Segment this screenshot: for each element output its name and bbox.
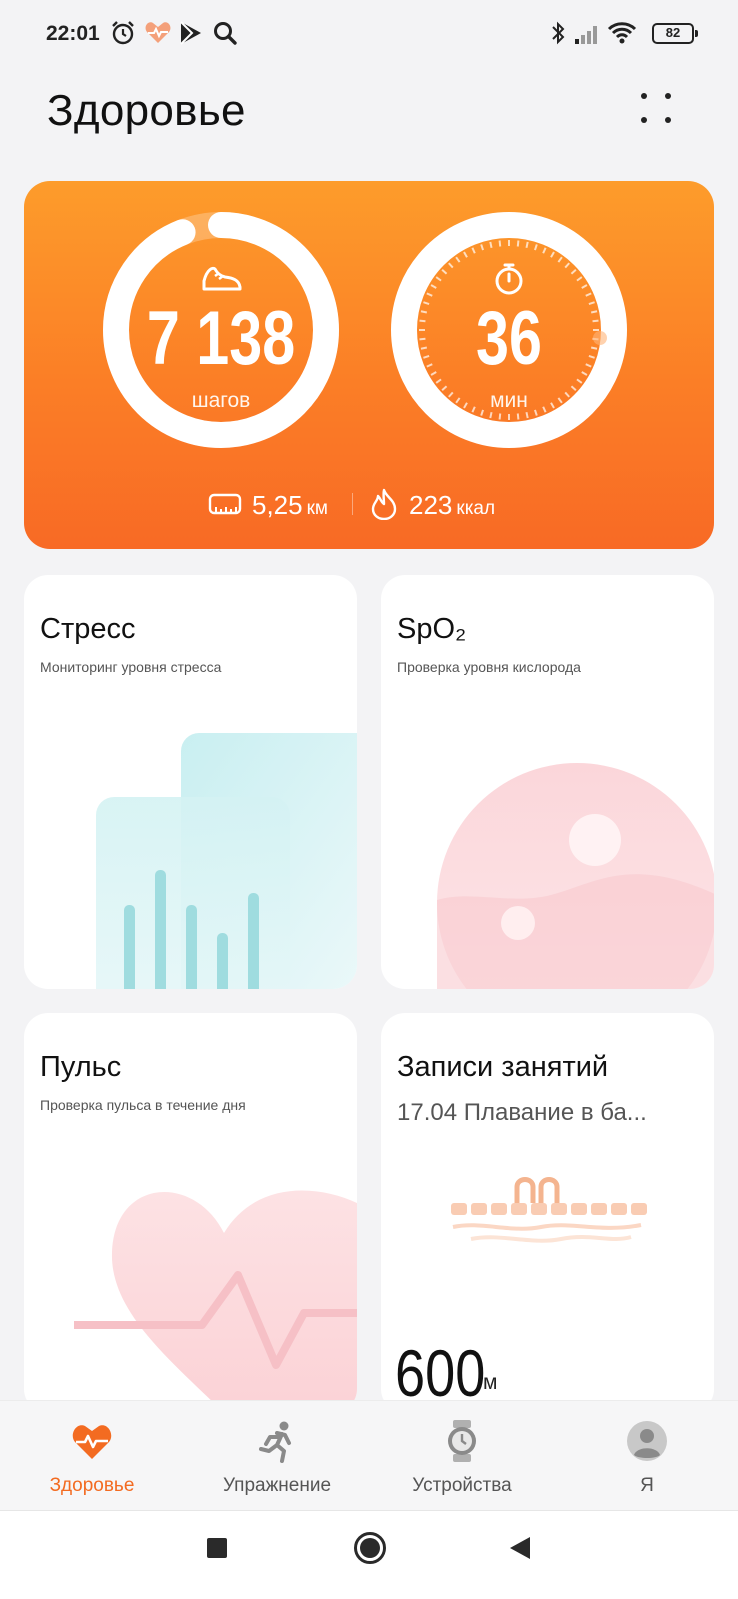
- home-button[interactable]: [353, 1531, 387, 1570]
- dial-tick: [498, 413, 502, 420]
- dial-tick: [550, 251, 555, 258]
- back-button[interactable]: [508, 1535, 532, 1566]
- distance-unit: км: [306, 498, 328, 519]
- tab-devices-label: Устройства: [412, 1475, 512, 1496]
- grid-menu-button[interactable]: [636, 88, 680, 132]
- steps-ring: 7 138 шагов: [102, 211, 340, 449]
- dial-tick: [557, 256, 563, 263]
- back-triangle-icon: [510, 1537, 530, 1559]
- dial-tick: [441, 269, 448, 275]
- steps-value: 7 138: [146, 296, 296, 381]
- spo2-title: SpO₂: [397, 613, 467, 645]
- tab-exercise[interactable]: Упражнение: [202, 1419, 352, 1497]
- dial-tick: [489, 411, 493, 419]
- square-icon: [207, 1538, 227, 1558]
- minutes-unit: мин: [490, 389, 528, 412]
- runner-icon: [259, 1421, 291, 1463]
- stopwatch-icon: [495, 263, 523, 295]
- flame-icon: [371, 488, 397, 520]
- activity-card[interactable]: 7 138 шагов 36 мин 5,25 км 223 ккал: [24, 181, 714, 549]
- swimming-pool-icon: [451, 1177, 647, 1243]
- minutes-value: 36: [476, 296, 542, 381]
- stress-tile[interactable]: Стресс Мониторинг уровня стресса: [24, 575, 357, 989]
- alarm-icon: [112, 21, 134, 45]
- workouts-subtitle: 17.04 Плавание в ба...: [397, 1099, 647, 1126]
- dial-tick: [516, 240, 520, 247]
- stats-divider: [352, 493, 353, 515]
- dial-tick: [489, 241, 493, 249]
- workouts-tile[interactable]: Записи занятий 17.04 Плавание в ба... 60…: [381, 1013, 714, 1413]
- spo2-subtitle: Проверка уровня кислорода: [397, 659, 581, 675]
- pulse-subtitle: Проверка пульса в течение дня: [40, 1097, 246, 1113]
- workout-distance-unit: м: [483, 1371, 498, 1394]
- dial-tick: [435, 276, 442, 282]
- dial-tick: [430, 284, 437, 289]
- dial-tick: [498, 240, 502, 247]
- shoe-icon: [202, 266, 242, 291]
- dial-tick: [525, 241, 529, 249]
- calories-stat: 223 ккал: [409, 490, 495, 521]
- pulse-tile[interactable]: Пульс Проверка пульса в течение дня: [24, 1013, 357, 1413]
- home-circle-icon: [354, 1532, 386, 1564]
- status-bar: 22:01 82: [0, 0, 738, 70]
- tab-devices[interactable]: Устройства: [387, 1419, 537, 1497]
- dial-tick: [581, 284, 588, 289]
- distance-value: 5,25: [252, 490, 303, 520]
- tab-health-label: Здоровье: [49, 1475, 135, 1496]
- watch-icon: [448, 1420, 476, 1462]
- signal-icon: [575, 26, 597, 44]
- steps-unit: шагов: [191, 389, 251, 412]
- search-icon: [214, 22, 237, 45]
- distance-stat: 5,25 км: [252, 490, 328, 521]
- dial-tick: [448, 262, 454, 269]
- recents-button[interactable]: [205, 1536, 229, 1565]
- pulse-title: Пульс: [40, 1051, 122, 1083]
- dial-tick: [463, 251, 468, 258]
- dial-tick: [576, 276, 583, 282]
- stress-illustration: [96, 733, 357, 989]
- health-icon: [145, 22, 171, 43]
- page-title: Здоровье: [47, 86, 246, 135]
- dial-tick: [534, 244, 538, 251]
- workouts-title: Записи занятий: [397, 1051, 609, 1083]
- battery-indicator: 82: [652, 23, 698, 44]
- system-navigation-bar: [0, 1510, 738, 1599]
- bluetooth-icon: [552, 21, 565, 45]
- activity-stats: 5,25 км 223 ккал: [24, 487, 714, 521]
- ruler-icon: [208, 493, 242, 515]
- heart-pulse-icon: [72, 1425, 112, 1459]
- tab-exercise-label: Упражнение: [222, 1475, 332, 1496]
- tab-profile-label: Я: [640, 1475, 654, 1496]
- dial-tick: [455, 256, 461, 263]
- minutes-ring: 36 мин: [390, 211, 628, 449]
- wifi-icon: [607, 22, 637, 44]
- calories-unit: ккал: [456, 498, 496, 519]
- dial-tick: [516, 413, 520, 420]
- dial-tick: [480, 244, 484, 251]
- dial-tick: [471, 247, 476, 254]
- grid-dots-icon: [641, 93, 671, 123]
- dial-tick: [525, 411, 529, 419]
- dial-tick: [542, 247, 547, 254]
- tab-profile[interactable]: Я: [572, 1419, 722, 1497]
- spo2-tile[interactable]: SpO₂ Проверка уровня кислорода: [381, 575, 714, 989]
- calories-value: 223: [409, 490, 453, 520]
- play-icon: [180, 21, 201, 45]
- bottom-tab-bar: Здоровье Упражнение Устройства Я: [0, 1400, 738, 1510]
- dial-tick: [564, 262, 570, 269]
- tab-health[interactable]: Здоровье: [17, 1419, 167, 1497]
- profile-icon: [627, 1421, 667, 1461]
- status-time: 22:01: [46, 22, 100, 45]
- dial-tick: [570, 269, 577, 275]
